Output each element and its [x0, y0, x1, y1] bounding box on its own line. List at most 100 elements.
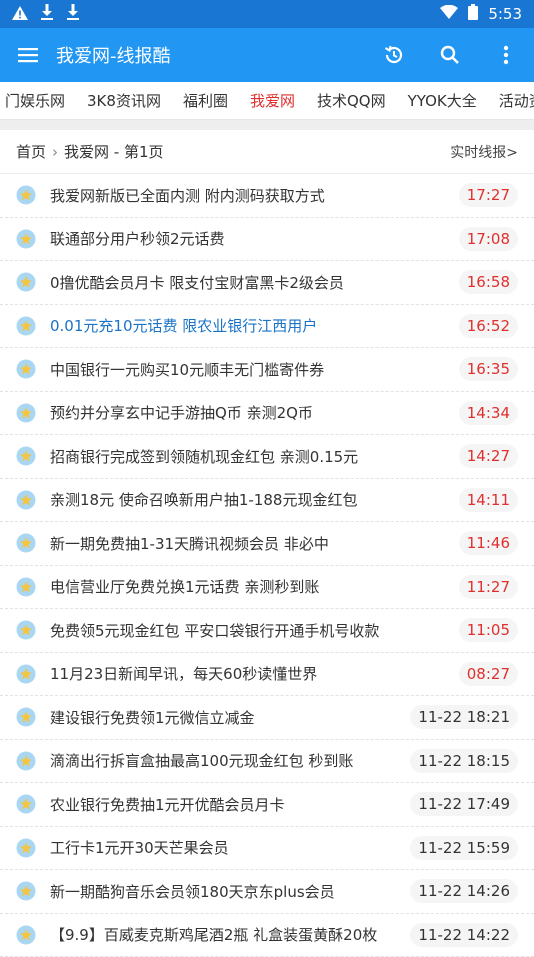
item-title: 电信营业厅免费兑换1元话费 亲测秒到账 [50, 576, 449, 597]
news-list: 我爱网新版已全面内测 附内测码获取方式 17:27 联通部分用户秒领2元话费17:0… [0, 174, 534, 957]
warning-icon [12, 5, 28, 24]
chevron-right-icon: › [52, 143, 58, 161]
item-time-badge: 11-22 17:49 [410, 792, 518, 816]
history-button[interactable] [366, 28, 422, 82]
tab-item[interactable]: 门娱乐网 [0, 82, 76, 120]
item-bullet-icon [16, 359, 36, 379]
item-time-badge: 11:05 [459, 618, 518, 642]
breadcrumb-current: 我爱网 - 第1页 [64, 141, 164, 162]
item-bullet-icon [16, 490, 36, 510]
app-bar: 我爱网-线报酷 [0, 28, 534, 82]
more-vert-icon [503, 45, 509, 65]
item-time-badge: 11:27 [459, 575, 518, 599]
clock-time: 5:53 [488, 5, 522, 23]
item-title: 我爱网新版已全面内测 附内测码获取方式 [50, 185, 449, 206]
list-item[interactable]: 我爱网新版已全面内测 附内测码获取方式 17:27 [0, 174, 534, 218]
download-icon [66, 4, 80, 24]
tab-item[interactable]: 福利圈 [172, 82, 239, 120]
item-bullet-icon [16, 707, 36, 727]
item-time-badge: 17:08 [459, 227, 518, 251]
item-time-badge: 17:27 [459, 183, 518, 207]
item-bullet-icon [16, 185, 36, 205]
item-title: 招商银行完成签到领随机现金红包 亲测0.15元 [50, 446, 449, 467]
item-time-badge: 14:27 [459, 444, 518, 468]
item-time-badge: 11-22 18:21 [410, 705, 518, 729]
tab-item[interactable]: YYOK大全 [397, 82, 488, 120]
app-title: 我爱网-线报酷 [56, 42, 366, 68]
list-item[interactable]: 0.01元充10元话费 限农业银行江西用户 16:52 [0, 305, 534, 349]
tab-item[interactable]: 技术QQ网 [306, 82, 397, 120]
item-time-badge: 11:46 [459, 531, 518, 555]
item-bullet-icon [16, 620, 36, 640]
item-title: 新一期酷狗音乐会员领180天京东plus会员 [50, 881, 400, 902]
item-title: 农业银行免费抽1元开优酷会员月卡 [50, 794, 400, 815]
history-icon [383, 44, 405, 66]
item-time-badge: 11-22 18:15 [410, 749, 518, 773]
list-item[interactable]: 农业银行免费抽1元开优酷会员月卡 11-22 17:49 [0, 783, 534, 827]
item-title: 免费领5元现金红包 平安口袋银行开通手机号收款 [50, 620, 449, 641]
item-time-badge: 16:58 [459, 270, 518, 294]
list-item[interactable]: 新一期酷狗音乐会员领180天京东plus会员 11-22 14:26 [0, 870, 534, 914]
item-title: 新一期免费抽1-31天腾讯视频会员 非必中 [50, 533, 449, 554]
item-time-badge: 14:34 [459, 401, 518, 425]
item-time-badge: 11-22 14:22 [410, 923, 518, 947]
item-time-badge: 11-22 14:26 [410, 879, 518, 903]
breadcrumb: 首页 › 我爱网 - 第1页 实时线报> [0, 130, 534, 174]
item-title: 预约并分享玄中记手游抽Q币 亲测2Q币 [50, 402, 449, 423]
battery-icon [468, 4, 478, 24]
list-item[interactable]: 工行卡1元开30天芒果会员 11-22 15:59 [0, 827, 534, 871]
list-item[interactable]: 亲测18元 使命召唤新用户抽1-188元现金红包 14:11 [0, 479, 534, 523]
tab-item[interactable]: 活动资 [488, 82, 534, 120]
list-item[interactable]: 免费领5元现金红包 平安口袋银行开通手机号收款 11:05 [0, 609, 534, 653]
list-item[interactable]: 新一期免费抽1-31天腾讯视频会员 非必中 11:46 [0, 522, 534, 566]
tab-item[interactable]: 3K8资讯网 [76, 82, 172, 120]
item-time-badge: 08:27 [459, 662, 518, 686]
list-item[interactable]: 11月23日新闻早讯，每天60秒读懂世界 08:27 [0, 653, 534, 697]
item-bullet-icon [16, 925, 36, 945]
item-title: 工行卡1元开30天芒果会员 [50, 837, 400, 858]
item-bullet-icon [16, 229, 36, 249]
list-item[interactable]: 预约并分享玄中记手游抽Q币 亲测2Q币 14:34 [0, 392, 534, 436]
list-item[interactable]: 联通部分用户秒领2元话费17:08 [0, 218, 534, 262]
item-bullet-icon [16, 577, 36, 597]
item-title: 【9.9】百威麦克斯鸡尾酒2瓶 礼盒装蛋黄酥20枚 [50, 924, 400, 945]
item-title: 建设银行免费领1元微信立减金 [50, 707, 400, 728]
item-bullet-icon [16, 446, 36, 466]
wifi-icon [440, 5, 458, 23]
download-icon [40, 4, 54, 24]
item-title: 亲测18元 使命召唤新用户抽1-188元现金红包 [50, 489, 449, 510]
item-bullet-icon [16, 316, 36, 336]
search-icon [440, 45, 460, 65]
item-title: 0撸优酷会员月卡 限支付宝财富黑卡2级会员 [50, 272, 449, 293]
item-bullet-icon [16, 533, 36, 553]
item-bullet-icon [16, 664, 36, 684]
item-bullet-icon [16, 403, 36, 423]
item-bullet-icon [16, 751, 36, 771]
breadcrumb-home[interactable]: 首页 [16, 141, 46, 162]
tab-item[interactable]: 我爱网 [239, 82, 306, 120]
item-bullet-icon [16, 838, 36, 858]
source-tabs: 门娱乐网3K8资讯网福利圈我爱网技术QQ网YYOK大全活动资 [0, 82, 534, 120]
item-time-badge: 11-22 15:59 [410, 836, 518, 860]
list-item[interactable]: 电信营业厅免费兑换1元话费 亲测秒到账 11:27 [0, 566, 534, 610]
list-item[interactable]: 0撸优酷会员月卡 限支付宝财富黑卡2级会员 16:58 [0, 261, 534, 305]
item-title: 0.01元充10元话费 限农业银行江西用户 [50, 315, 449, 336]
more-options-button[interactable] [478, 28, 534, 82]
item-title: 11月23日新闻早讯，每天60秒读懂世界 [50, 663, 449, 684]
list-item[interactable]: 建设银行免费领1元微信立减金 11-22 18:21 [0, 696, 534, 740]
hamburger-icon [18, 47, 38, 63]
live-feed-link[interactable]: 实时线报> [450, 142, 518, 162]
item-title: 滴滴出行拆盲盒抽最高100元现金红包 秒到账 [50, 750, 400, 771]
item-time-badge: 16:35 [459, 357, 518, 381]
search-button[interactable] [422, 28, 478, 82]
item-title: 中国银行一元购买10元顺丰无门槛寄件券 [50, 359, 449, 380]
list-item[interactable]: 招商银行完成签到领随机现金红包 亲测0.15元 14:27 [0, 435, 534, 479]
item-time-badge: 16:52 [459, 314, 518, 338]
item-bullet-icon [16, 794, 36, 814]
list-item[interactable]: 滴滴出行拆盲盒抽最高100元现金红包 秒到账 11-22 18:15 [0, 740, 534, 784]
list-item[interactable]: 中国银行一元购买10元顺丰无门槛寄件券 16:35 [0, 348, 534, 392]
list-item[interactable]: 【9.9】百威麦克斯鸡尾酒2瓶 礼盒装蛋黄酥20枚 11-22 14:22 [0, 914, 534, 957]
item-time-badge: 14:11 [459, 488, 518, 512]
menu-button[interactable] [0, 28, 56, 82]
status-bar: 5:53 [0, 0, 534, 28]
